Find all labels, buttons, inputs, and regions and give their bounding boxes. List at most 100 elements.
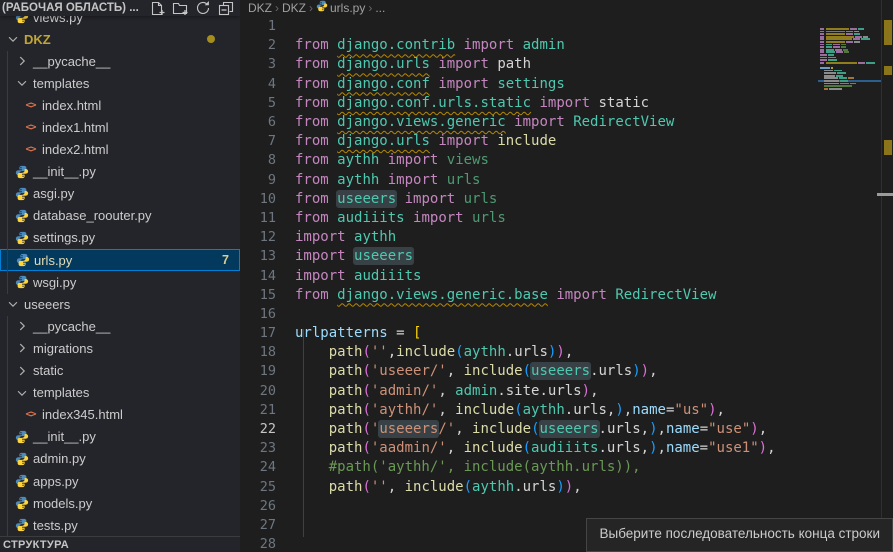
tree-item-index-html[interactable]: <>index.html: [0, 94, 240, 116]
tree-item-label: asgi.py: [33, 186, 74, 201]
token: /': [438, 421, 455, 437]
tree-item-static[interactable]: static: [0, 360, 240, 382]
token: [329, 191, 337, 207]
tree-item-database-roouter-py[interactable]: database_roouter.py: [0, 205, 240, 227]
explorer-section-header[interactable]: (РАБОЧАЯ ОБЛАСТЬ) ...: [0, 0, 240, 16]
code-line-15[interactable]: 15from django.views.generic.base import …: [240, 285, 893, 304]
new-folder-icon[interactable]: [172, 0, 188, 16]
token: =: [700, 440, 708, 456]
tree-item-asgi-py[interactable]: asgi.py: [0, 183, 240, 205]
code-line-8[interactable]: 8from aythh import views: [240, 151, 893, 170]
tree-item--pycache-[interactable]: __pycache__: [0, 315, 240, 337]
token: from: [295, 191, 329, 207]
token: (: [362, 344, 370, 360]
line-number: 8: [240, 152, 276, 168]
line-number: 2: [240, 37, 276, 53]
breadcrumb-item[interactable]: urls.py: [316, 0, 365, 15]
tree-item--init-py[interactable]: __init__.py: [0, 161, 240, 183]
token: from: [295, 56, 329, 72]
code-line-13[interactable]: 13import useeers: [240, 247, 893, 266]
code-line-14[interactable]: 14import audiiits: [240, 266, 893, 285]
code-line-25[interactable]: 25 path('', include(aythh.urls)),: [240, 477, 893, 496]
breadcrumb-item[interactable]: ...: [375, 1, 385, 15]
tree-item-index2-html[interactable]: <>index2.html: [0, 139, 240, 161]
token: [346, 268, 354, 284]
code-line-22[interactable]: 22 path('useeers/', include(useeers.urls…: [240, 419, 893, 438]
code-line-11[interactable]: 11from audiiits import urls: [240, 208, 893, 227]
line-number: 20: [240, 383, 276, 399]
token: from: [295, 76, 329, 92]
tree-item-migrations[interactable]: migrations: [0, 337, 240, 359]
outline-section-header[interactable]: СТРУКТУРА: [0, 536, 240, 552]
token: ,: [455, 421, 472, 437]
minimap-bar: [826, 46, 832, 48]
tree-item-label: index1.html: [42, 120, 108, 135]
tree-item-index345-html[interactable]: <>index345.html: [0, 404, 240, 426]
code-line-7[interactable]: 7from django.urls import include: [240, 132, 893, 151]
token: .urls,: [599, 421, 650, 437]
token: (: [362, 363, 370, 379]
minimap-bar: [820, 46, 824, 48]
code-line-10[interactable]: 10from useeers import urls: [240, 189, 893, 208]
code-line-9[interactable]: 9from aythh import urls: [240, 170, 893, 189]
minimap-bar: [826, 49, 834, 51]
new-file-icon[interactable]: [149, 0, 165, 16]
token: ,: [717, 402, 725, 418]
token: ,: [438, 402, 455, 418]
tree-item--init-py[interactable]: __init__.py: [0, 426, 240, 448]
code-line-26[interactable]: 26: [240, 496, 893, 515]
token: django.views.generic.base: [337, 287, 548, 303]
code-line-24[interactable]: 24 #path('aythh/', include(aythh.urls)),: [240, 458, 893, 477]
tree-item-apps-py[interactable]: apps.py: [0, 470, 240, 492]
minimap-bar: [840, 80, 848, 82]
token: django.conf.urls.static: [337, 95, 531, 111]
tree-item--pycache-[interactable]: __pycache__: [0, 50, 240, 72]
code-line-12[interactable]: 12import aythh: [240, 228, 893, 247]
breadcrumb-item[interactable]: DKZ: [248, 1, 272, 15]
code-line-16[interactable]: 16: [240, 304, 893, 323]
tree-item-templates[interactable]: templates: [0, 382, 240, 404]
code-line-17[interactable]: 17urlpatterns = [: [240, 324, 893, 343]
token: name: [666, 421, 700, 437]
tree-item-templates[interactable]: templates: [0, 72, 240, 94]
breadcrumb-item[interactable]: DKZ: [282, 1, 306, 15]
line-content: from aythh import urls: [295, 172, 480, 188]
collapse-all-icon[interactable]: [218, 0, 234, 16]
minimap-bar: [837, 72, 846, 74]
tree-item-useeers[interactable]: useeers: [0, 293, 240, 315]
code-line-2[interactable]: 2from django.contrib import admin: [240, 36, 893, 55]
code-line-1[interactable]: 1: [240, 17, 893, 36]
tree-item-urls-py[interactable]: urls.py7: [0, 249, 240, 271]
token: [329, 210, 337, 226]
code-line-18[interactable]: 18 path('',include(aythh.urls)),: [240, 343, 893, 362]
tree-item-index1-html[interactable]: <>index1.html: [0, 116, 240, 138]
minimap-bar: [828, 57, 836, 59]
token: from: [295, 152, 329, 168]
tree-item-settings-py[interactable]: settings.py: [0, 227, 240, 249]
token: ,: [590, 383, 598, 399]
minimap[interactable]: [818, 13, 881, 123]
line-content: from django.urls import include: [295, 133, 556, 149]
tree-item-dkz[interactable]: DKZ: [0, 28, 240, 50]
token: import: [556, 287, 607, 303]
code-line-5[interactable]: 5from django.conf.urls.static import sta…: [240, 93, 893, 112]
token: [379, 172, 387, 188]
code-line-6[interactable]: 6from django.views.generic import Redire…: [240, 112, 893, 131]
token: audiiits: [354, 268, 421, 284]
tree-item-tests-py[interactable]: tests.py: [0, 514, 240, 536]
code-line-23[interactable]: 23 path('aadmin/', include(audiiits.urls…: [240, 439, 893, 458]
code-line-20[interactable]: 20 path('admin/', admin.site.urls),: [240, 381, 893, 400]
token: django.conf: [337, 76, 430, 92]
tree-item-wsgi-py[interactable]: wsgi.py: [0, 271, 240, 293]
code-area[interactable]: 12from django.contrib import admin3from …: [240, 15, 893, 552]
token: import: [514, 114, 565, 130]
code-line-3[interactable]: 3from django.urls import path: [240, 55, 893, 74]
python-icon: [14, 252, 31, 268]
code-line-21[interactable]: 21 path('aythh/', include(aythh.urls,),n…: [240, 400, 893, 419]
tree-item-admin-py[interactable]: admin.py: [0, 448, 240, 470]
refresh-icon[interactable]: [195, 0, 211, 16]
code-line-19[interactable]: 19 path('useeer/', include(useeers.urls)…: [240, 362, 893, 381]
overview-ruler[interactable]: [881, 0, 893, 552]
tree-item-models-py[interactable]: models.py: [0, 492, 240, 514]
code-line-4[interactable]: 4from django.conf import settings: [240, 74, 893, 93]
